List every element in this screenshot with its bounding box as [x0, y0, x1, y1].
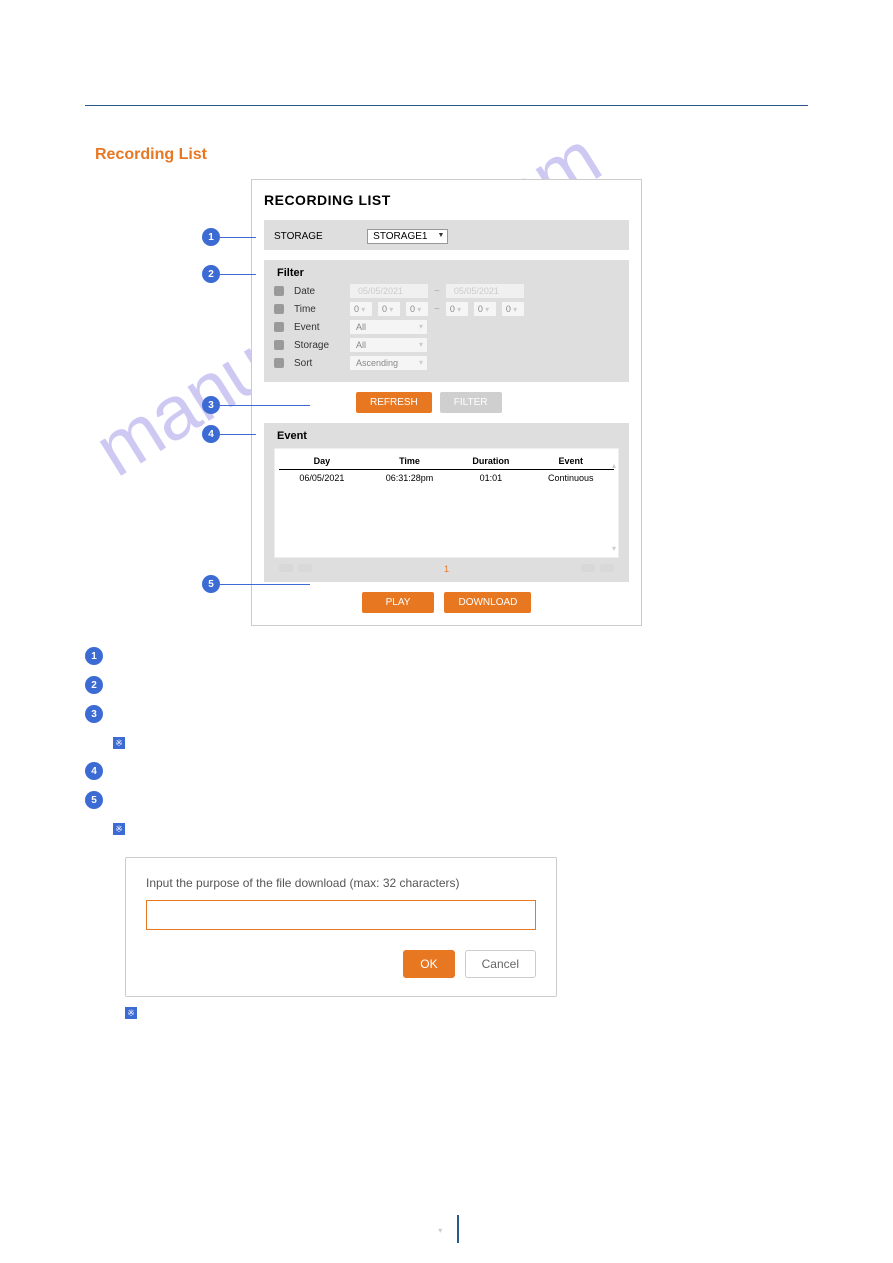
note-icon-3: ※ [125, 1007, 137, 1019]
pager-current: 1 [444, 564, 449, 574]
page-number [434, 1220, 446, 1238]
desc-bullet-2: 2 [85, 676, 103, 694]
note-icon-2: ※ [113, 823, 125, 835]
time-h2[interactable]: 0 [446, 302, 468, 316]
pager-prev-icon[interactable] [298, 564, 312, 572]
refresh-button[interactable]: REFRESH [356, 392, 432, 413]
sort-select[interactable]: Ascending [350, 356, 427, 370]
storage-block: STORAGE STORAGE1 [264, 220, 629, 250]
filter-block: Filter Date 05/05/2021 ~ 05/05/2021 Time… [264, 260, 629, 382]
filter-event-label: Event [294, 322, 344, 333]
scroll-up-icon[interactable]: ▴ [612, 461, 616, 470]
pager-first-icon[interactable] [279, 564, 293, 572]
time-m1[interactable]: 0 [378, 302, 400, 316]
note-after-dialog: When playing back recorded MP4 files, a … [145, 1007, 706, 1019]
filter-sort-label: Sort [294, 358, 344, 369]
callout-bullet-3: 3 [202, 396, 220, 414]
time-s1[interactable]: 0 [406, 302, 428, 316]
recording-list-panel: 1 2 3 4 5 RECORDING LIST STORAGE STORAGE… [251, 179, 642, 626]
desc-text-4: Display the information of the recorded … [113, 761, 379, 780]
desc-text-2: Select the date/time, event, sort or sto… [113, 675, 515, 694]
footer-divider [457, 1215, 459, 1243]
cell-duration: 01:01 [454, 470, 527, 487]
event-table: Day Time Duration Event 06/05/2021 06:31… [279, 453, 614, 486]
note-icon-1: ※ [113, 737, 125, 749]
filter-time-label: Time [294, 304, 344, 315]
callout-bullet-4: 4 [202, 425, 220, 443]
time-checkbox[interactable] [274, 304, 284, 314]
filter-legend: Filter [274, 267, 619, 279]
purpose-input[interactable] [146, 900, 536, 930]
page-footer [0, 1215, 893, 1243]
date-to-input[interactable]: 05/05/2021 [446, 284, 524, 298]
play-button[interactable]: PLAY [362, 592, 435, 613]
cell-time: 06:31:28pm [365, 470, 455, 487]
event-select[interactable]: All [350, 320, 427, 334]
note-text-1: The list shows the recorded files in the… [132, 735, 433, 749]
ok-button[interactable]: OK [403, 950, 454, 978]
col-duration: Duration [454, 453, 527, 470]
col-day: Day [279, 453, 365, 470]
date-checkbox[interactable] [274, 286, 284, 296]
callout-bullet-1: 1 [202, 228, 220, 246]
descriptions: 1 Select the storage device from the dro… [85, 646, 798, 837]
col-time: Time [365, 453, 455, 470]
time-h1[interactable]: 0 [350, 302, 372, 316]
desc-text-1: Select the storage device from the drop-… [113, 646, 660, 665]
section-heading: Recording List [95, 146, 893, 164]
filter-storage-label: Storage [294, 340, 344, 351]
desc-bullet-1: 1 [85, 647, 103, 665]
cell-event: Continuous [527, 470, 614, 487]
callout-bullet-5: 5 [202, 575, 220, 593]
download-purpose-dialog: Input the purpose of the file download (… [125, 857, 557, 997]
event-checkbox[interactable] [274, 322, 284, 332]
dialog-prompt: Input the purpose of the file download (… [146, 876, 536, 890]
desc-bullet-5: 5 [85, 791, 103, 809]
event-legend: Event [274, 430, 619, 442]
storage-checkbox[interactable] [274, 340, 284, 350]
cancel-button[interactable]: Cancel [465, 950, 536, 978]
event-block: Event Day Time Duration Event 06/05/2021… [264, 423, 629, 582]
note-text-2: Input the purpose for the download. The … [132, 821, 743, 835]
storage-select[interactable]: STORAGE1 [367, 229, 448, 244]
desc-text-3: Click the button to refresh/filter the l… [113, 704, 317, 723]
table-row[interactable]: 06/05/2021 06:31:28pm 01:01 Continuous [279, 470, 614, 487]
date-from-input[interactable]: 05/05/2021 [350, 284, 428, 298]
filter-button[interactable]: FILTER [440, 392, 502, 413]
header-rule [85, 105, 808, 106]
sort-checkbox[interactable] [274, 358, 284, 368]
panel-title: RECORDING LIST [264, 192, 629, 208]
col-event: Event [527, 453, 614, 470]
desc-bullet-3: 3 [85, 705, 103, 723]
pager-next-icon[interactable] [581, 564, 595, 572]
pager: 1 [274, 564, 619, 574]
desc-bullet-4: 4 [85, 762, 103, 780]
storage-label: STORAGE [274, 231, 323, 242]
storage-filter-select[interactable]: All [350, 338, 427, 352]
cell-day: 06/05/2021 [279, 470, 365, 487]
scroll-down-icon[interactable]: ▾ [612, 544, 616, 553]
time-s2[interactable]: 0 [502, 302, 524, 316]
time-m2[interactable]: 0 [474, 302, 496, 316]
filter-date-label: Date [294, 286, 344, 297]
callout-bullet-2: 2 [202, 265, 220, 283]
desc-text-5: Play or download the recorded video. [113, 790, 311, 809]
pager-last-icon[interactable] [600, 564, 614, 572]
download-button[interactable]: DOWNLOAD [444, 592, 531, 613]
